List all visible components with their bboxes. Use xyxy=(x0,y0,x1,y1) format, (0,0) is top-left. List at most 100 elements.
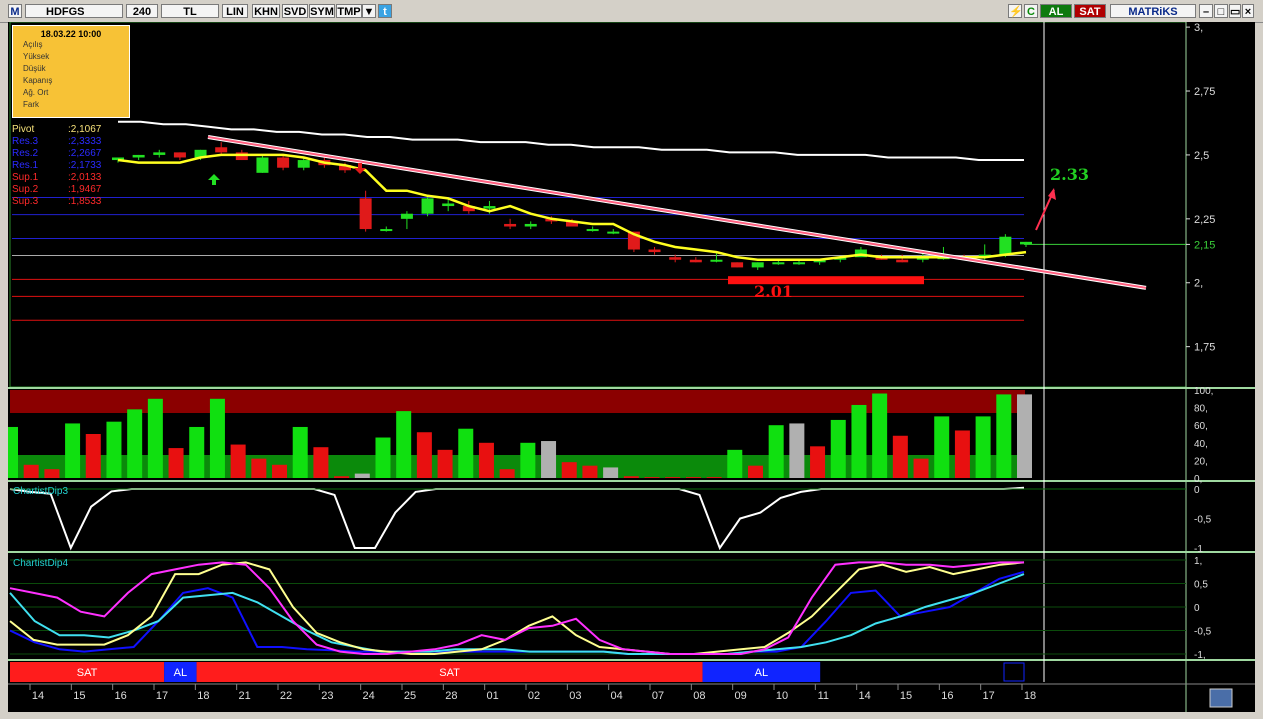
minimize-icon[interactable]: – xyxy=(1199,4,1213,18)
rsi-bar xyxy=(644,477,660,478)
x-axis-label: 17 xyxy=(983,690,995,702)
toolbar-button-tmp[interactable]: TMP xyxy=(336,4,362,18)
dip4-axis-label: 0 xyxy=(1194,603,1200,614)
info-row: Yüksek xyxy=(23,52,50,61)
candle-body xyxy=(648,249,661,253)
candle-body xyxy=(215,147,228,153)
pivot-label: Sup.1:2,0133 xyxy=(12,172,102,183)
chart-svg: 3,2,752,52,252,152,1,752.012.33100,80,60… xyxy=(8,22,1255,712)
candle-body xyxy=(896,259,909,263)
restore-icon[interactable]: ▭ xyxy=(1229,4,1241,18)
close-icon[interactable]: × xyxy=(1242,4,1254,18)
target-arrow-head xyxy=(1048,188,1056,200)
candle-body xyxy=(524,223,537,227)
pivot-label: Res.3:2,3333 xyxy=(12,136,102,147)
rsi-axis-label: 60, xyxy=(1194,421,1208,432)
chartistdip4-label: ChartistDip4 xyxy=(13,558,68,569)
period-select[interactable]: 240 xyxy=(126,4,158,18)
y-axis-label: 3, xyxy=(1194,22,1203,34)
pivot-label: Sup.3:1,8533 xyxy=(12,196,102,207)
currency-select[interactable]: TL xyxy=(161,4,219,18)
rsi-bar xyxy=(499,469,515,478)
candle-body xyxy=(793,262,805,265)
candle-body xyxy=(586,229,599,232)
x-axis-label: 09 xyxy=(735,690,747,702)
twitter-icon[interactable]: t xyxy=(378,4,392,18)
dip4-line-cyan xyxy=(9,573,1025,655)
c-button[interactable]: C xyxy=(1024,4,1038,18)
toolbar-button-svd[interactable]: SVD xyxy=(282,4,308,18)
ma-line-yellow xyxy=(117,153,1027,261)
x-axis-label: 04 xyxy=(611,690,623,702)
dip4-axis-label: 0,5 xyxy=(1194,580,1208,591)
rsi-bar xyxy=(478,442,494,478)
x-axis-label: 25 xyxy=(404,690,416,702)
candle-body xyxy=(400,213,413,219)
maximize-icon[interactable]: □ xyxy=(1214,4,1228,18)
sat-button[interactable]: SAT xyxy=(1074,4,1106,18)
rsi-bar xyxy=(230,444,246,478)
x-axis-label: 17 xyxy=(156,690,168,702)
rsi-bar xyxy=(872,393,888,478)
al-button[interactable]: AL xyxy=(1040,4,1072,18)
info-box: 18.03.22 10:00 Açılış Yüksek Düşük Kapanış A… xyxy=(12,25,130,118)
pivot-label: Res.2:2,2667 xyxy=(12,148,102,159)
rsi-bar xyxy=(727,449,743,478)
rsi-bar xyxy=(954,430,970,478)
candle-body xyxy=(421,198,434,214)
rsi-bar xyxy=(768,425,784,478)
x-axis-label: 18 xyxy=(1024,690,1036,702)
x-axis-label: 16 xyxy=(941,690,953,702)
lightning-icon[interactable]: ⚡ xyxy=(1008,4,1023,18)
rsi-bar xyxy=(913,458,929,478)
rsi-bar xyxy=(23,464,39,478)
rsi-bar xyxy=(706,477,722,478)
dip4-axis-label: -0,5 xyxy=(1194,627,1212,638)
x-axis-label: 22 xyxy=(280,690,292,702)
dip3-axis-label: -0,5 xyxy=(1194,515,1212,526)
annotation-201: 2.01 xyxy=(754,282,793,301)
rsi-bar xyxy=(561,462,577,478)
rsi-bar xyxy=(272,464,288,478)
rsi-bar xyxy=(892,435,908,478)
rsi-bar xyxy=(189,426,205,478)
logo[interactable]: M xyxy=(8,4,22,18)
rsi-bar xyxy=(520,442,536,478)
rsi-bar xyxy=(8,426,18,478)
symbol-input[interactable]: HDFGS xyxy=(25,4,123,18)
x-axis-label: 07 xyxy=(652,690,664,702)
toolbar-button-sym[interactable]: SYM xyxy=(309,4,335,18)
dip4-line-blue xyxy=(9,570,1025,655)
rsi-bar xyxy=(458,428,474,478)
rsi-bar xyxy=(996,394,1012,478)
signal-label: SAT xyxy=(77,667,98,679)
chart-area: 3, 2,75 2,5 2,25 2,15 2, 1,75 2.01 2.33 100, 80, 60… xyxy=(8,22,1255,712)
rsi-bar xyxy=(603,467,619,478)
brand-logo: MATRiKS xyxy=(1110,4,1196,18)
dip4-line-yellow xyxy=(9,561,1025,655)
y-axis-label: 2,5 xyxy=(1194,150,1209,162)
x-axis-label: 03 xyxy=(569,690,581,702)
pivot-label: Sup.2:1,9467 xyxy=(12,184,102,195)
rsi-bar xyxy=(582,465,598,478)
x-axis-label: 10 xyxy=(776,690,788,702)
dropdown-icon[interactable]: ▼ xyxy=(362,4,376,18)
pivot-label: Pivot:2,1067 xyxy=(12,124,102,135)
info-row: Ağ. Ort xyxy=(23,88,49,97)
toolbar-button-lin[interactable]: LIN xyxy=(222,4,248,18)
candle-body xyxy=(132,154,145,158)
rsi-bar xyxy=(975,416,991,478)
candle-body xyxy=(731,262,744,268)
dip3-axis-label: 0 xyxy=(1194,485,1200,496)
rsi-bar xyxy=(851,404,867,478)
rsi-axis-label: 0, xyxy=(1194,474,1202,485)
candle-body xyxy=(504,223,517,227)
rsi-bar xyxy=(168,448,184,478)
candle-body xyxy=(277,157,290,168)
dip3-axis-label: -1 xyxy=(1194,544,1203,555)
candle-body xyxy=(483,206,496,209)
rsi-bar xyxy=(747,465,763,478)
rsi-bar xyxy=(665,477,681,478)
rsi-bar xyxy=(934,416,950,478)
toolbar-button-khn[interactable]: KHN xyxy=(252,4,280,18)
